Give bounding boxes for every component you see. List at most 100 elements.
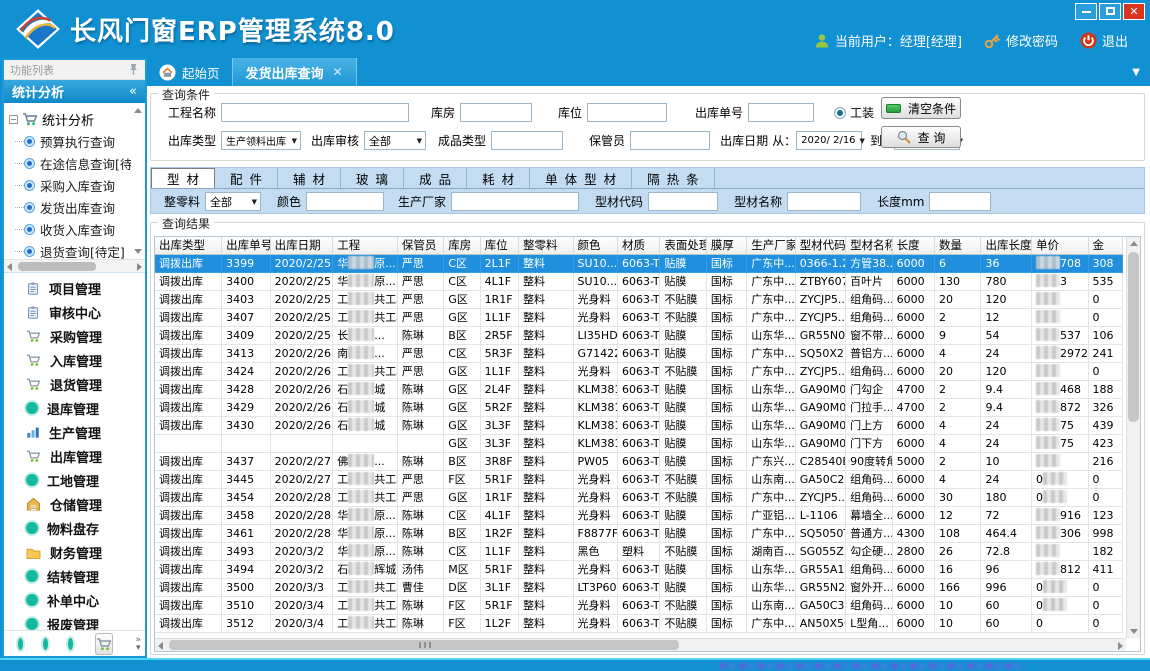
cell-工程[interactable]: 华原...	[333, 506, 398, 524]
cell-保管员[interactable]: 陈琳	[397, 614, 443, 632]
cell-出库单号[interactable]: 3500	[222, 578, 270, 596]
length-input[interactable]	[929, 192, 991, 211]
cell-出库日期[interactable]	[270, 434, 333, 452]
cell-材质[interactable]: 6063-T5	[617, 290, 659, 308]
cell-型材代码[interactable]: SQ5050T20	[795, 524, 845, 542]
cell-库位[interactable]: 5R3F	[480, 344, 518, 362]
cell-表面处理[interactable]: 贴膜	[660, 560, 706, 578]
cell-保管员[interactable]: 陈琳	[397, 524, 443, 542]
cell-膜厚[interactable]: 国标	[706, 272, 746, 290]
cell-保管员[interactable]: 曹佳	[397, 578, 443, 596]
cell-出库日期[interactable]: 2020/2/28	[270, 506, 333, 524]
cell-库位[interactable]: 1R1F	[480, 290, 518, 308]
cell-单价[interactable]: 812	[1031, 560, 1088, 578]
table-row[interactable]: 调拨出库34542020/2/28工共工程严思G区1R1F整料光身料6063-T…	[155, 488, 1123, 506]
cell-整零料[interactable]: 整料	[519, 254, 574, 272]
cell-生产厂家[interactable]: 广东中...	[747, 272, 795, 290]
sidebar-item-出库管理[interactable]: 出库管理	[4, 444, 145, 468]
cell-出库类型[interactable]: 调拨出库	[155, 272, 222, 290]
cell-整零料[interactable]: 整料	[519, 434, 574, 452]
cell-数量[interactable]: 10	[935, 596, 981, 614]
cell-工程[interactable]: 石城	[333, 398, 398, 416]
column-header-整零料[interactable]: 整零料	[519, 237, 574, 254]
sidebar-item-物料盘存[interactable]: 物料盘存	[4, 516, 145, 540]
cell-整零料[interactable]: 整料	[519, 380, 574, 398]
tree-expander-icon[interactable]: −	[9, 115, 18, 124]
cell-颜色[interactable]: G71422	[573, 344, 617, 362]
cell-单价[interactable]: 708	[1031, 254, 1088, 272]
cell-出库类型[interactable]	[155, 434, 222, 452]
cell-生产厂家[interactable]: 山东华...	[747, 326, 795, 344]
cell-膜厚[interactable]: 国标	[706, 416, 746, 434]
cell-数量[interactable]: 12	[935, 506, 981, 524]
cell-金[interactable]: 0	[1088, 596, 1122, 614]
cell-金[interactable]: 998	[1088, 524, 1122, 542]
nav-overflow-chevron[interactable]: »▾	[135, 636, 141, 652]
cell-库房[interactable]: G区	[444, 488, 480, 506]
cell-保管员[interactable]	[397, 434, 443, 452]
cell-保管员[interactable]: 严思	[397, 254, 443, 272]
cell-保管员[interactable]: 陈琳	[397, 380, 443, 398]
cell-库房[interactable]: B区	[444, 524, 480, 542]
cell-单价[interactable]: 468	[1031, 380, 1088, 398]
cell-数量[interactable]: 30	[935, 488, 981, 506]
cell-保管员[interactable]: 陈琳	[397, 506, 443, 524]
cell-材质[interactable]: 6063-T5	[617, 578, 659, 596]
cell-型材名称[interactable]: 组角码...	[846, 470, 892, 488]
sidebar-item-采购管理[interactable]: 采购管理	[4, 324, 145, 348]
cell-材质[interactable]: 6063-T5	[617, 488, 659, 506]
cell-金[interactable]: 326	[1088, 398, 1122, 416]
sidebar-item-工地管理[interactable]: 工地管理	[4, 468, 145, 492]
tree-horizontal-scrollbar[interactable]	[4, 259, 145, 273]
column-header-出库长度[interactable]: 出库长度	[981, 237, 1031, 254]
cell-单价[interactable]: 0	[1031, 470, 1088, 488]
cell-出库长度[interactable]: 24	[981, 344, 1031, 362]
cell-数量[interactable]: 4	[935, 416, 981, 434]
cell-型材名称[interactable]: 门勾企	[846, 380, 892, 398]
cell-长度[interactable]: 6000	[892, 614, 934, 632]
table-row[interactable]: 调拨出库34942020/3/2石辉城汤伟M区5R1F整料光身料6063-T5贴…	[155, 560, 1123, 578]
close-button[interactable]: ✕	[1123, 3, 1145, 20]
cell-型材名称[interactable]: 门下方	[846, 434, 892, 452]
cell-单价[interactable]: 0	[1031, 488, 1088, 506]
cell-出库单号[interactable]: 3493	[222, 542, 270, 560]
cell-库位[interactable]: 1L2F	[480, 614, 518, 632]
cell-出库长度[interactable]: 60	[981, 614, 1031, 632]
cell-颜色[interactable]: 黑色	[573, 542, 617, 560]
cell-出库类型[interactable]: 调拨出库	[155, 560, 222, 578]
cell-单价[interactable]	[1031, 290, 1088, 308]
cell-工程[interactable]	[333, 434, 398, 452]
cell-长度[interactable]: 6000	[892, 434, 934, 452]
cell-单价[interactable]: 2972	[1031, 344, 1088, 362]
cell-材质[interactable]: 6063-T5	[617, 398, 659, 416]
cell-生产厂家[interactable]: 山东华...	[747, 578, 795, 596]
cell-保管员[interactable]: 陈琳	[397, 398, 443, 416]
cell-型材名称[interactable]: 组角码...	[846, 362, 892, 380]
cell-保管员[interactable]: 汤伟	[397, 560, 443, 578]
cell-出库类型[interactable]: 调拨出库	[155, 416, 222, 434]
cell-型材代码[interactable]: GA90M07.	[795, 398, 845, 416]
cell-出库日期[interactable]: 2020/2/28	[270, 524, 333, 542]
cell-数量[interactable]: 6	[935, 254, 981, 272]
cell-出库单号[interactable]: 3407	[222, 308, 270, 326]
cell-单价[interactable]: 0	[1031, 614, 1088, 632]
cell-出库长度[interactable]: 12	[981, 308, 1031, 326]
cell-整零料[interactable]: 整料	[519, 344, 574, 362]
table-row[interactable]: 调拨出库34302020/2/26石城陈琳G区3L3F整料KLM38176063…	[155, 416, 1123, 434]
column-header-金[interactable]: 金	[1088, 237, 1122, 254]
cell-工程[interactable]: 工共工程	[333, 488, 398, 506]
clear-conditions-button[interactable]: 清空条件	[881, 97, 961, 119]
cell-膜厚[interactable]: 国标	[706, 380, 746, 398]
cell-库房[interactable]: F区	[444, 614, 480, 632]
cell-生产厂家[interactable]: 山东华...	[747, 416, 795, 434]
cell-数量[interactable]: 20	[935, 290, 981, 308]
cell-出库单号[interactable]: 3494	[222, 560, 270, 578]
cell-出库单号[interactable]	[222, 434, 270, 452]
cell-保管员[interactable]: 陈琳	[397, 596, 443, 614]
cell-表面处理[interactable]: 贴膜	[660, 524, 706, 542]
cell-膜厚[interactable]: 国标	[706, 344, 746, 362]
cell-型材代码[interactable]: ZYCJP5...	[795, 362, 845, 380]
cell-型材名称[interactable]: 组角码...	[846, 290, 892, 308]
table-row[interactable]: 调拨出库34002020/2/25华原...严思C区4L1F整料SU10...6…	[155, 272, 1123, 290]
cell-膜厚[interactable]: 国标	[706, 560, 746, 578]
